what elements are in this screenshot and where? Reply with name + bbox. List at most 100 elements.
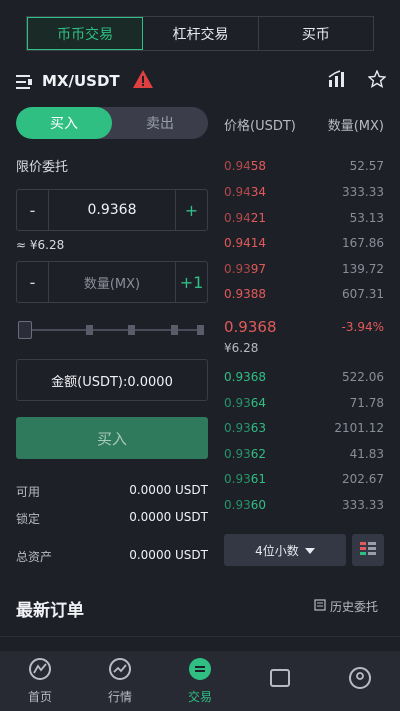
ask-quantity: 333.33 <box>342 185 384 199</box>
buy-tab[interactable]: 买入 <box>16 107 112 139</box>
orderbook-header: 价格(USDT) 数量(MX) <box>224 115 384 134</box>
bid-price-tail: 63 <box>250 421 266 435</box>
ask-row[interactable]: 0.9421 53.13 <box>224 208 384 228</box>
bid-price-base: 0.93 <box>224 447 251 461</box>
tab-buy-crypto[interactable]: 买币 <box>259 17 373 50</box>
bid-price-tail: 61 <box>250 472 266 486</box>
nav-trade[interactable]: 交易 <box>160 651 240 711</box>
balance-locked-row: 锁定 0.0000 USDT <box>16 510 208 527</box>
slider-tick[interactable] <box>197 325 204 335</box>
bid-quantity: 522.06 <box>342 370 384 384</box>
ask-price-base: 0.9388 <box>224 287 266 301</box>
balance-value: 0.0000 USDT <box>129 483 208 497</box>
bid-row[interactable]: 0.9364 71.78 <box>224 393 384 413</box>
slider-tick[interactable] <box>171 325 178 335</box>
bid-row[interactable]: 0.9362 41.83 <box>224 444 384 464</box>
chart-icon[interactable] <box>328 70 346 92</box>
ask-quantity: 52.57 <box>349 159 384 173</box>
ask-price-base: 0.94 <box>224 185 251 199</box>
bid-price-base: 0.93 <box>224 472 251 486</box>
amount-field[interactable]: 金额(USDT):0.0000 <box>16 359 208 401</box>
ask-quantity: 53.13 <box>349 211 384 225</box>
quantity-increase-button[interactable]: +1 <box>175 262 207 302</box>
slider-tick[interactable] <box>128 325 135 335</box>
buy-sell-toggle: 买入 卖出 <box>16 107 208 139</box>
balance-label: 总资产 <box>16 550 53 564</box>
bid-row[interactable]: 0.9361 202.67 <box>224 469 384 489</box>
star-icon[interactable] <box>367 69 387 92</box>
buy-button[interactable]: 买入 <box>16 417 208 459</box>
nav-label: 行情 <box>107 690 132 704</box>
price-increase-button[interactable]: + <box>175 190 207 230</box>
bid-quantity: 202.67 <box>342 472 384 486</box>
orderbook-layout-button[interactable] <box>352 534 384 566</box>
ask-row[interactable]: 0.9414 167.86 <box>224 233 384 253</box>
document-icon <box>314 599 326 614</box>
nav-item-4[interactable] <box>240 651 320 711</box>
slider-handle[interactable] <box>18 321 32 339</box>
amount-slider[interactable] <box>18 320 204 340</box>
menu-icon[interactable] <box>16 74 32 89</box>
ask-quantity: 607.31 <box>342 287 384 301</box>
balance-total-row: 总资产 0.0000 USDT <box>16 548 208 565</box>
ask-price-tail: 58 <box>250 159 266 173</box>
ask-price-tail: 21 <box>250 211 266 225</box>
ask-row[interactable]: 0.9434 333.33 <box>224 182 384 202</box>
nav-item-5[interactable] <box>320 651 400 711</box>
trade-icon <box>188 657 212 684</box>
ask-row[interactable]: 0.9397 139.72 <box>224 259 384 279</box>
layout-icon <box>360 541 376 560</box>
price-decrease-button[interactable]: - <box>17 190 49 230</box>
last-price-cny: ¥6.28 <box>224 341 259 355</box>
ask-quantity: 139.72 <box>342 262 384 276</box>
quantity-column-header: 数量(MX) <box>327 119 384 134</box>
warning-icon[interactable] <box>132 69 154 93</box>
bid-price-base: 0.9368 <box>224 370 266 384</box>
quantity-input[interactable]: 数量(MX) <box>49 273 175 292</box>
price-input[interactable]: 0.9368 <box>49 202 175 218</box>
nav-market[interactable]: 行情 <box>80 651 160 711</box>
market-type-tabs: 币币交易 杠杆交易 买币 <box>26 16 374 51</box>
bottom-nav: 首页 行情 交易 <box>0 651 400 711</box>
bid-price-tail: 60 <box>250 498 266 512</box>
quantity-stepper: - 数量(MX) +1 <box>16 261 208 303</box>
last-price: 0.9368 <box>224 318 277 336</box>
assets-icon <box>268 666 292 693</box>
ask-quantity: 167.86 <box>342 236 384 250</box>
bid-price-base: 0.93 <box>224 421 251 435</box>
slider-tick[interactable] <box>86 325 93 335</box>
bid-quantity: 41.83 <box>349 447 384 461</box>
nav-label: 首页 <box>27 690 52 704</box>
price-change-percent: -3.94% <box>341 320 384 334</box>
header-actions <box>328 69 387 92</box>
quantity-decrease-button[interactable]: - <box>17 262 49 302</box>
order-type-label[interactable]: 限价委托 <box>16 156 68 175</box>
balance-value: 0.0000 USDT <box>129 548 208 562</box>
decimals-label: 4位小数 <box>255 543 299 558</box>
nav-label: 交易 <box>187 690 212 704</box>
ask-row[interactable]: 0.9458 52.57 <box>224 156 384 176</box>
bid-row[interactable]: 0.9360 333.33 <box>224 495 384 515</box>
nav-home[interactable]: 首页 <box>0 651 80 711</box>
market-icon <box>108 657 132 684</box>
price-stepper: - 0.9368 + <box>16 189 208 231</box>
caret-down-icon <box>304 543 315 557</box>
price-column-header: 价格(USDT) <box>224 119 296 134</box>
bid-price-base: 0.93 <box>224 396 251 410</box>
bid-quantity: 71.78 <box>349 396 384 410</box>
balance-label: 可用 <box>16 485 41 499</box>
ask-price-base: 0.94 <box>224 159 251 173</box>
history-orders-label: 历史委托 <box>330 600 379 614</box>
tab-spot-trading[interactable]: 币币交易 <box>27 17 144 50</box>
ask-price-base: 0.94 <box>224 211 251 225</box>
pair-name[interactable]: MX/USDT <box>42 72 120 90</box>
decimals-dropdown[interactable]: 4位小数 <box>224 534 346 566</box>
bid-price-tail: 62 <box>250 447 266 461</box>
bid-row[interactable]: 0.9363 2101.12 <box>224 418 384 438</box>
history-orders-link[interactable]: 历史委托 <box>314 598 378 615</box>
balance-available-row: 可用 0.0000 USDT <box>16 483 208 500</box>
bid-row[interactable]: 0.9368 522.06 <box>224 367 384 387</box>
ask-row[interactable]: 0.9388 607.31 <box>224 284 384 304</box>
sell-tab[interactable]: 卖出 <box>112 107 208 139</box>
tab-margin-trading[interactable]: 杠杆交易 <box>143 17 259 50</box>
